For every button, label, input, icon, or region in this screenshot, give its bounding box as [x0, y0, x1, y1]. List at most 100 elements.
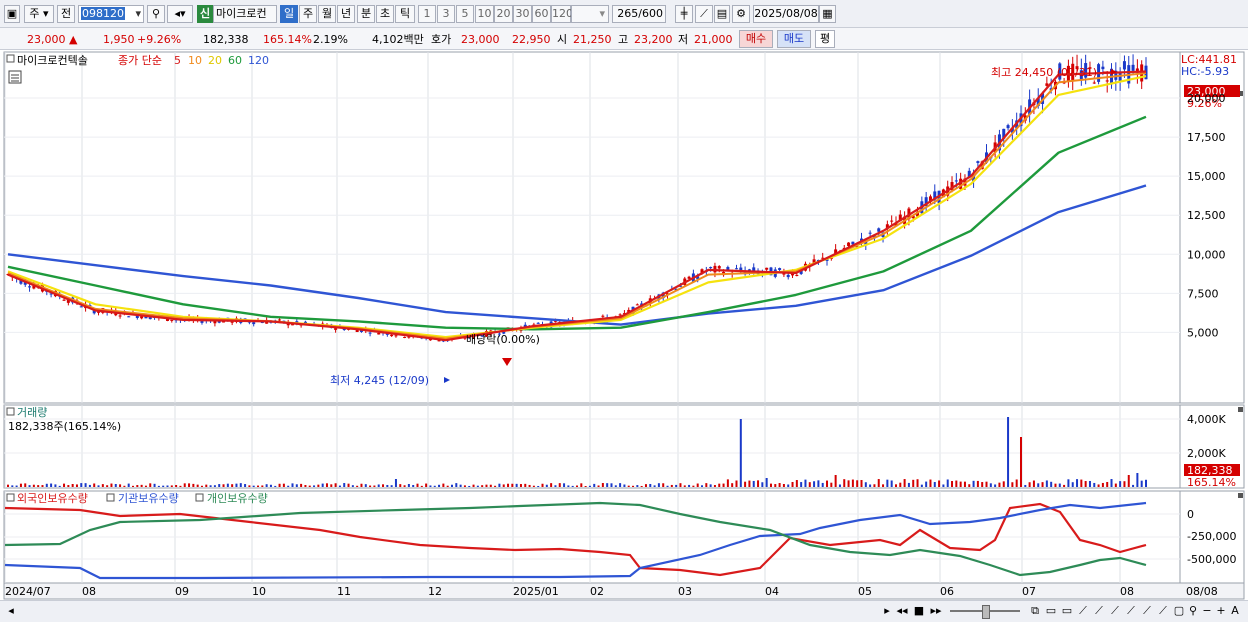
jeon-button[interactable]: 전	[57, 5, 75, 23]
data-count-field[interactable]: 265/600	[612, 5, 666, 23]
forward-icon[interactable]: ▸▸	[929, 604, 943, 618]
volume-bar	[675, 484, 678, 487]
volume-bar	[683, 485, 686, 487]
minute-option-1[interactable]: 1	[418, 5, 436, 23]
low-label: 저	[678, 33, 689, 46]
volume-bar	[1054, 483, 1057, 487]
volume-bar	[1136, 473, 1139, 487]
rewind-icon[interactable]: ◂◂	[895, 604, 909, 618]
volume-bar	[532, 485, 535, 487]
tab-year[interactable]: 년	[337, 5, 355, 23]
font-size-icon[interactable]: A	[1228, 604, 1242, 618]
dividend-annotation: 배당락(0.00%)	[466, 333, 540, 346]
volume-bar	[75, 484, 78, 487]
tab-month[interactable]: 월	[318, 5, 336, 23]
vol-tick-4000k: 4,000K	[1187, 413, 1226, 426]
chart-tool-icon[interactable]: ⟋	[1076, 604, 1090, 618]
volume-bar	[679, 483, 682, 487]
volume-bar	[308, 485, 311, 487]
chart-tool5-icon[interactable]: ⟋	[1140, 604, 1154, 618]
minute-option-10[interactable]: 10	[475, 5, 494, 23]
minute-option-20[interactable]: 20	[494, 5, 513, 23]
volume-bar	[580, 483, 583, 487]
volume-bar	[88, 484, 91, 487]
drawing-tool-icon[interactable]: ⟋	[695, 5, 713, 23]
candle-body	[377, 332, 381, 335]
stock-code-input[interactable]: 098120 ▾	[78, 5, 144, 23]
volume-bar	[58, 485, 61, 487]
open-label: 시	[557, 33, 568, 46]
volume-bar	[317, 484, 320, 487]
volume-bar	[649, 483, 652, 487]
volume-bar	[666, 485, 669, 487]
candle-body	[1092, 82, 1096, 84]
volume-bar	[80, 483, 83, 487]
scroll-left-icon[interactable]: ◂	[4, 604, 18, 618]
volume-bar	[537, 485, 540, 487]
x-axis-label: 2024/07	[5, 585, 51, 598]
high-label: 고	[618, 33, 629, 46]
tab-tick[interactable]: 틱	[395, 5, 415, 23]
candle-icon[interactable]: ╪	[675, 5, 693, 23]
tab-day[interactable]: 일	[280, 5, 298, 23]
candle-body	[709, 267, 713, 269]
minute-option-120[interactable]: 120	[551, 5, 573, 23]
chart-tool4-icon[interactable]: ⟋	[1124, 604, 1138, 618]
volume-bar	[545, 484, 548, 487]
sell-button[interactable]: 매도	[777, 30, 811, 48]
volume-bar	[1140, 480, 1143, 487]
custom-period-select[interactable]: ▾	[571, 5, 609, 23]
minute-option-60[interactable]: 60	[532, 5, 551, 23]
save-icon[interactable]: ▤	[714, 5, 730, 23]
minute-option-3[interactable]: 3	[437, 5, 455, 23]
chart-window-icon[interactable]: ▣	[4, 5, 20, 23]
volume-bar	[731, 483, 734, 487]
tab-week[interactable]: 주	[299, 5, 317, 23]
volume-bar	[390, 485, 393, 487]
volume-bar	[442, 483, 445, 487]
tab-second[interactable]: 초	[376, 5, 394, 23]
stop-icon[interactable]: ■	[912, 604, 926, 618]
volume-bar	[722, 483, 725, 487]
volume-bar	[1032, 480, 1035, 487]
speaker-icon[interactable]: ◂▾	[167, 5, 193, 23]
eval-button[interactable]: 평	[815, 30, 835, 48]
magnifier-icon[interactable]: ⚲	[1186, 604, 1200, 618]
zoom-out-icon[interactable]: −	[1200, 604, 1214, 618]
chart-tool2-icon[interactable]: ⟋	[1092, 604, 1106, 618]
panel-remove-icon[interactable]: ▭	[1060, 604, 1074, 618]
scroll-right-icon[interactable]: ▸	[880, 604, 894, 618]
volume-bar	[623, 484, 626, 487]
volume-close-icon[interactable]	[1238, 407, 1243, 412]
tab-minute[interactable]: 분	[357, 5, 375, 23]
chart-tool3-icon[interactable]: ⟋	[1108, 604, 1122, 618]
minute-option-5[interactable]: 5	[456, 5, 474, 23]
zoom-in-icon[interactable]: +	[1214, 604, 1228, 618]
volume-bar	[757, 480, 760, 487]
holdings-close-icon[interactable]	[1238, 493, 1243, 498]
volume-bar	[97, 485, 100, 487]
date-field[interactable]: 2025/08/08	[753, 5, 819, 23]
chart-tool6-icon[interactable]: ⟋	[1156, 604, 1170, 618]
search-icon[interactable]: ⚲	[147, 5, 165, 23]
volume-bar	[1132, 484, 1135, 487]
ma10-label: 10	[188, 54, 202, 67]
panel-add-icon[interactable]: ▭	[1044, 604, 1058, 618]
period-type-select[interactable]: 주 ▾	[24, 5, 54, 23]
buy-button[interactable]: 매수	[739, 30, 773, 48]
window-icon[interactable]: ▢	[1172, 604, 1186, 618]
volume-bar	[899, 482, 902, 487]
stock-chart[interactable]: 마이크로컨텍솔 종가 단순 5 10 20 60 120 LC:441.81 H…	[0, 50, 1248, 600]
minute-option-30[interactable]: 30	[513, 5, 532, 23]
calendar-icon[interactable]: ▦	[819, 5, 836, 23]
layout-icon[interactable]: ⧉	[1028, 604, 1042, 618]
zoom-slider-handle[interactable]	[982, 605, 990, 619]
chart-scrollbar[interactable]: ◂ ▸ ◂◂ ■ ▸▸ ⧉ ▭ ▭ ⟋ ⟋ ⟋ ⟋ ⟋ ⟋ ▢ ⚲ − + A	[0, 600, 1248, 622]
candle-body	[778, 268, 782, 270]
volume-bar	[610, 483, 613, 487]
gear-icon[interactable]: ⚙	[732, 5, 750, 23]
volume-bar	[360, 483, 363, 487]
volume-bar	[407, 483, 410, 487]
stock-name-field[interactable]: 마이크로컨	[213, 5, 277, 23]
candle-body	[1101, 66, 1105, 70]
